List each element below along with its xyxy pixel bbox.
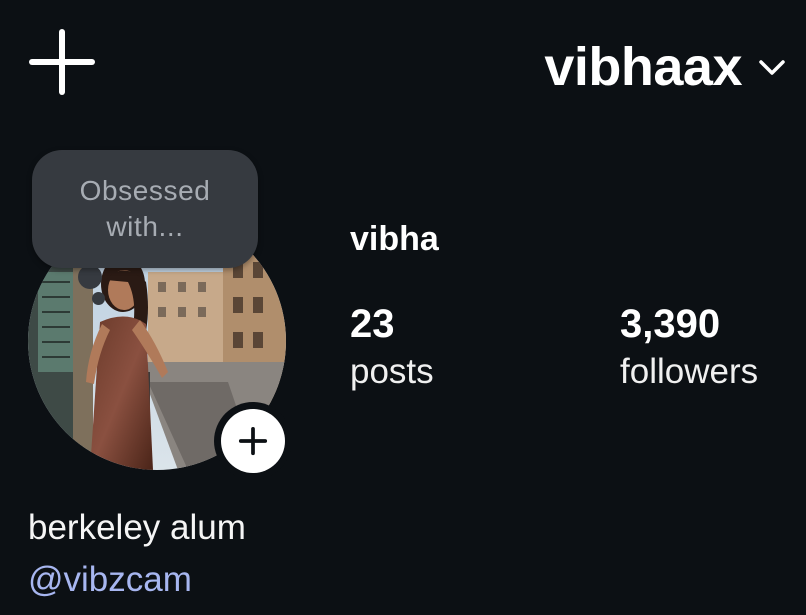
note-bubble[interactable]: Obsessed with...	[32, 150, 258, 268]
posts-value: 23	[350, 302, 395, 346]
display-name: vibha	[350, 220, 439, 258]
posts-label: posts	[350, 352, 434, 391]
note-bubble-tail-small	[92, 292, 105, 305]
add-story-button[interactable]	[214, 402, 292, 480]
bio-text: berkeley alum	[28, 508, 246, 547]
posts-count[interactable]: 23 posts	[350, 304, 434, 389]
note-text: Obsessed with...	[79, 175, 211, 242]
add-story-badge	[221, 409, 285, 473]
followers-label: followers	[620, 352, 759, 391]
chevron-down-icon	[759, 60, 785, 75]
plus-icon	[238, 426, 268, 456]
followers-count[interactable]: 3,390 followers	[620, 304, 758, 389]
create-button[interactable]	[28, 28, 96, 96]
note-bubble-tail	[78, 265, 102, 289]
account-switcher[interactable]: vibhaax	[544, 32, 788, 102]
plus-icon	[29, 29, 95, 95]
bio-link[interactable]: @vibzcam	[28, 560, 192, 600]
profile-username: vibhaax	[544, 37, 742, 97]
followers-value: 3,390	[620, 302, 721, 346]
